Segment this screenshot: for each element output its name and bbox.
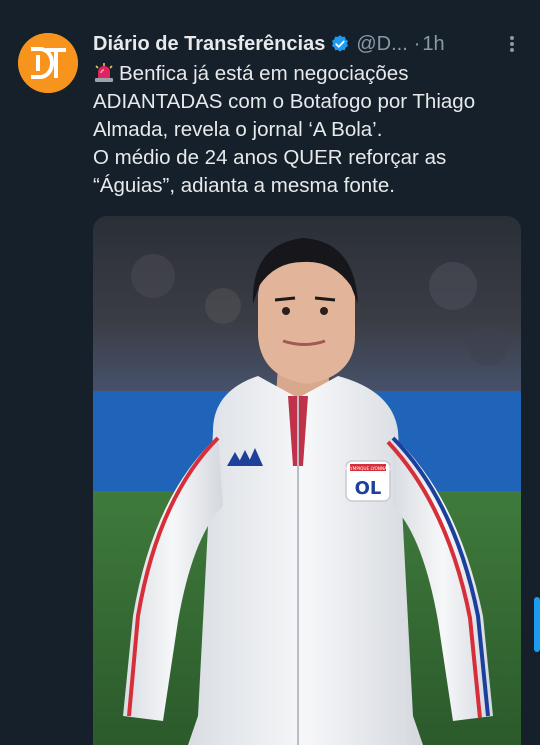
tweet-text-line1-content: Benfica já está em negociações ADIANTADA… (93, 62, 476, 141)
verified-badge-icon (332, 35, 349, 52)
tweet-media-photo[interactable]: OLYMPIQUE LYONNAIS OL (93, 216, 521, 745)
tweet-text: Benfica já está em negociações ADIANTADA… (93, 60, 533, 200)
more-vertical-icon (510, 36, 514, 52)
separator-dot: · (413, 32, 421, 55)
tweet-time[interactable]: 1h (422, 33, 444, 56)
scrollbar-thumb[interactable] (534, 597, 540, 652)
tweet-header: Diário de Transferências @D... · 1h (93, 30, 520, 58)
author-handle[interactable]: @D... (356, 33, 407, 56)
tweet-text-line2: O médio de 24 anos QUER reforçar as “Águ… (93, 146, 447, 197)
player-photo: OLYMPIQUE LYONNAIS OL (93, 216, 521, 745)
police-siren-icon (95, 63, 113, 82)
more-options-button[interactable] (502, 34, 522, 54)
badge-small-text: OLYMPIQUE LYONNAIS (345, 466, 391, 471)
tweet[interactable]: Diário de Transferências @D... · 1h Benf… (0, 0, 540, 745)
tweet-text-line1: Benfica já está em negociações ADIANTADA… (93, 60, 533, 144)
badge-ol-text: OL (355, 478, 382, 499)
dt-logo-icon (18, 33, 78, 93)
author-avatar[interactable] (18, 33, 78, 93)
author-name[interactable]: Diário de Transferências (93, 33, 325, 56)
